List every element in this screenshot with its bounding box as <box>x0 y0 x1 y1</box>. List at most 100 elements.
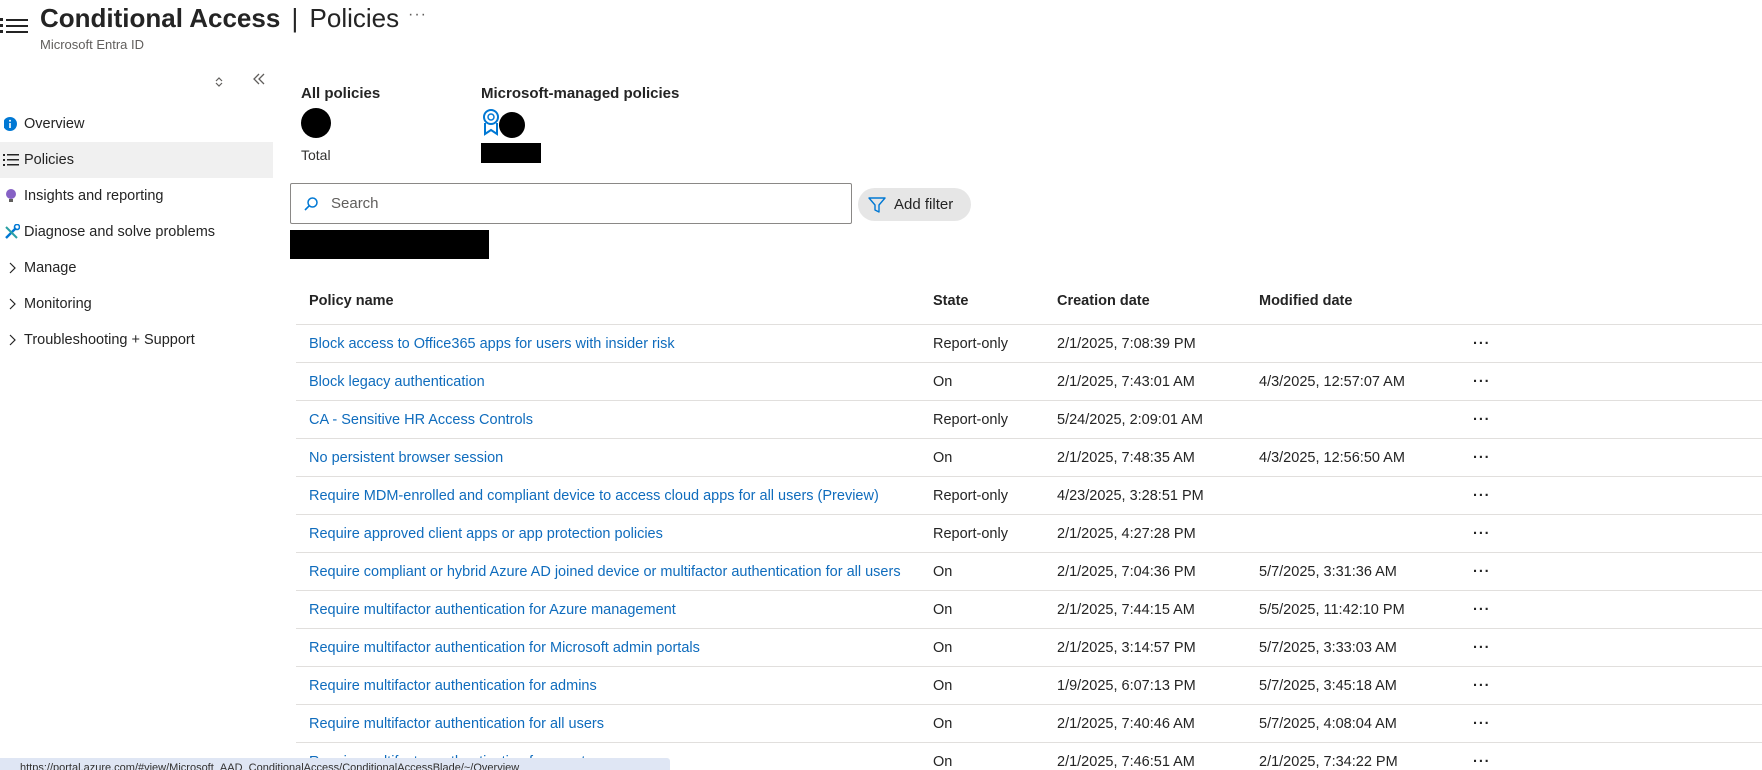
cell-state: On <box>933 677 953 694</box>
all-policies-summary: All policies Total <box>301 85 380 163</box>
table-row[interactable]: Require MDM-enrolled and compliant devic… <box>296 477 1762 515</box>
table-row[interactable]: CA - Sensitive HR Access Controls Report-… <box>296 401 1762 439</box>
row-more-actions-icon[interactable]: ··· <box>1473 374 1513 390</box>
page-title: Conditional Access | Policies <box>40 3 399 34</box>
cell-creation-date: 2/1/2025, 7:46:51 AM <box>1057 753 1195 770</box>
row-more-actions-icon[interactable]: ··· <box>1473 488 1513 504</box>
cell-policy-name: Require compliant or hybrid Azure AD joi… <box>296 564 933 580</box>
table-row[interactable]: Require multifactor authentication for M… <box>296 629 1762 667</box>
policy-name-link[interactable]: Require approved client apps or app prot… <box>309 526 663 542</box>
table-row[interactable]: Block legacy authentication On 2/1/2025, 7… <box>296 363 1762 401</box>
info-icon <box>0 106 24 142</box>
main-content: All policies Total Microsoft-managed pol… <box>290 80 1762 770</box>
sort-updown-icon[interactable] <box>214 76 224 91</box>
table-row[interactable]: Block access to Office365 apps for users… <box>296 325 1762 363</box>
table-row[interactable]: Require multifactor authentication for a… <box>296 667 1762 705</box>
column-header-policy-name[interactable]: Policy name <box>296 293 933 309</box>
managed-policies-heading: Microsoft-managed policies <box>481 85 680 102</box>
sidebar-item-overview[interactable]: Overview <box>0 106 273 142</box>
policy-name-link[interactable]: No persistent browser session <box>309 450 503 466</box>
policy-name-link[interactable]: Require compliant or hybrid Azure AD joi… <box>309 564 901 580</box>
sidebar-item-policies[interactable]: Policies <box>0 142 273 178</box>
cell-creation-date: 2/1/2025, 7:04:36 PM <box>1057 563 1196 580</box>
table-header: Policy name State Creation date Modified… <box>296 277 1762 325</box>
column-header-creation-date[interactable]: Creation date <box>1057 293 1259 309</box>
table-row[interactable]: Require compliant or hybrid Azure AD joi… <box>296 553 1762 591</box>
chevron-right-icon <box>0 322 24 358</box>
cell-policy-name: Require multifactor authentication for M… <box>296 640 933 656</box>
more-options-icon[interactable]: ··· <box>408 6 427 24</box>
column-header-modified-date[interactable]: Modified date <box>1259 293 1473 309</box>
page-subtitle: Microsoft Entra ID <box>40 37 145 52</box>
cell-policy-name: Block legacy authentication <box>296 374 933 390</box>
policy-name-link[interactable]: Require MDM-enrolled and compliant devic… <box>309 488 879 504</box>
row-more-actions-icon[interactable]: ··· <box>1473 412 1513 428</box>
sidebar-item-manage[interactable]: Manage <box>0 250 273 286</box>
table-row[interactable]: No persistent browser session On 2/1/2025,… <box>296 439 1762 477</box>
sidebar-item-label: Policies <box>24 152 74 168</box>
row-more-actions-icon[interactable]: ··· <box>1473 640 1513 656</box>
sidebar-item-label: Manage <box>24 260 77 276</box>
row-more-actions-icon[interactable]: ··· <box>1473 716 1513 732</box>
cell-policy-name: CA - Sensitive HR Access Controls <box>296 412 933 428</box>
sidebar-item-label: Diagnose and solve problems <box>24 224 216 240</box>
table-row[interactable]: Require multifactor authentication for a… <box>296 705 1762 743</box>
cell-modified-date: 5/7/2025, 3:31:36 AM <box>1259 563 1397 580</box>
policy-name-link[interactable]: CA - Sensitive HR Access Controls <box>309 412 533 428</box>
cell-modified-date: 5/7/2025, 3:45:18 AM <box>1259 677 1397 694</box>
cell-state: On <box>933 449 953 466</box>
cell-policy-name: Require MDM-enrolled and compliant devic… <box>296 488 933 504</box>
lightbulb-icon <box>0 178 24 214</box>
cell-creation-date: 2/1/2025, 7:48:35 AM <box>1057 449 1195 466</box>
list-icon <box>0 142 24 178</box>
cell-modified-date: 5/7/2025, 4:08:04 AM <box>1259 715 1397 732</box>
chevron-right-icon <box>0 250 24 286</box>
row-more-actions-icon[interactable]: ··· <box>1473 754 1513 770</box>
sidebar-item-diagnose[interactable]: Diagnose and solve problems <box>0 214 273 250</box>
sidebar-item-label: Monitoring <box>24 296 92 312</box>
search-input[interactable] <box>331 185 851 222</box>
redacted-filter-summary <box>290 230 489 259</box>
table-row[interactable]: Require approved client apps or app prot… <box>296 515 1762 553</box>
cell-policy-name: No persistent browser session <box>296 450 933 466</box>
managed-policies-summary: Microsoft-managed policies <box>481 85 679 163</box>
cell-policy-name: Require multifactor authentication for a… <box>296 678 933 694</box>
policy-name-link[interactable]: Require multifactor authentication for a… <box>309 716 604 732</box>
row-more-actions-icon[interactable]: ··· <box>1473 450 1513 466</box>
cell-creation-date: 2/1/2025, 7:43:01 AM <box>1057 373 1195 390</box>
redacted-count <box>301 108 331 138</box>
table-row[interactable]: Require multifactor authentication for A… <box>296 591 1762 629</box>
policy-name-link[interactable]: Require multifactor authentication for a… <box>309 678 597 694</box>
cell-policy-name: Require multifactor authentication for a… <box>296 716 933 732</box>
cell-state: On <box>933 563 953 580</box>
cell-policy-name: Require approved client apps or app prot… <box>296 526 933 542</box>
add-filter-label: Add filter <box>894 196 954 213</box>
policy-name-link[interactable]: Block legacy authentication <box>309 374 485 390</box>
policy-name-link[interactable]: Require multifactor authentication for M… <box>309 640 700 656</box>
sidebar-item-monitoring[interactable]: Monitoring <box>0 286 273 322</box>
collapse-sidebar-icon[interactable] <box>252 72 266 91</box>
row-more-actions-icon[interactable]: ··· <box>1473 526 1513 542</box>
row-more-actions-icon[interactable]: ··· <box>1473 336 1513 352</box>
sidebar-item-label: Troubleshooting + Support <box>24 332 195 348</box>
cell-modified-date: 4/3/2025, 12:57:07 AM <box>1259 373 1405 390</box>
title-sub: Policies <box>309 3 400 33</box>
policy-name-link[interactable]: Require multifactor authentication for A… <box>309 602 676 618</box>
row-more-actions-icon[interactable]: ··· <box>1473 564 1513 580</box>
sidebar-item-insights[interactable]: Insights and reporting <box>0 178 273 214</box>
cell-creation-date: 2/1/2025, 4:27:28 PM <box>1057 525 1196 542</box>
policy-name-link[interactable]: Block access to Office365 apps for users… <box>309 336 675 352</box>
row-more-actions-icon[interactable]: ··· <box>1473 678 1513 694</box>
status-bar-url: https://portal.azure.com/#view/Microsoft… <box>0 758 670 770</box>
redacted-managed-label <box>481 143 541 163</box>
row-more-actions-icon[interactable]: ··· <box>1473 602 1513 618</box>
cell-state: On <box>933 715 953 732</box>
cell-modified-date: 5/7/2025, 3:33:03 AM <box>1259 639 1397 656</box>
add-filter-button[interactable]: Add filter <box>858 188 971 221</box>
sidebar-item-troubleshooting[interactable]: Troubleshooting + Support <box>0 322 273 358</box>
column-header-state[interactable]: State <box>933 293 1057 309</box>
menu-icon[interactable] <box>0 13 30 39</box>
sidebar-item-label: Insights and reporting <box>24 188 164 204</box>
cell-creation-date: 2/1/2025, 7:08:39 PM <box>1057 335 1196 352</box>
cell-state: On <box>933 601 953 618</box>
